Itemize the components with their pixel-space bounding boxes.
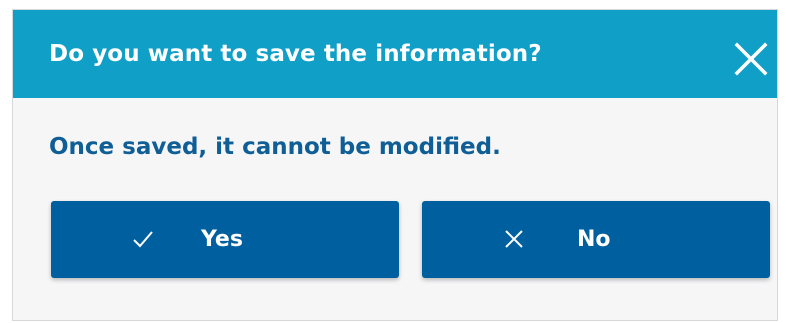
dialog-message: Once saved, it cannot be modified.	[49, 134, 501, 160]
no-button[interactable]: No	[422, 201, 770, 278]
dialog-title: Do you want to save the information?	[49, 41, 542, 67]
close-button[interactable]	[733, 41, 769, 77]
yes-button-label: Yes	[201, 227, 243, 252]
save-confirmation-dialog: Do you want to save the information? Onc…	[12, 9, 778, 321]
yes-button[interactable]: Yes	[51, 201, 399, 278]
check-icon	[131, 227, 155, 251]
x-icon	[502, 227, 526, 251]
no-button-label: No	[577, 227, 611, 252]
dialog-header: Do you want to save the information?	[13, 10, 777, 98]
close-icon	[733, 41, 769, 77]
